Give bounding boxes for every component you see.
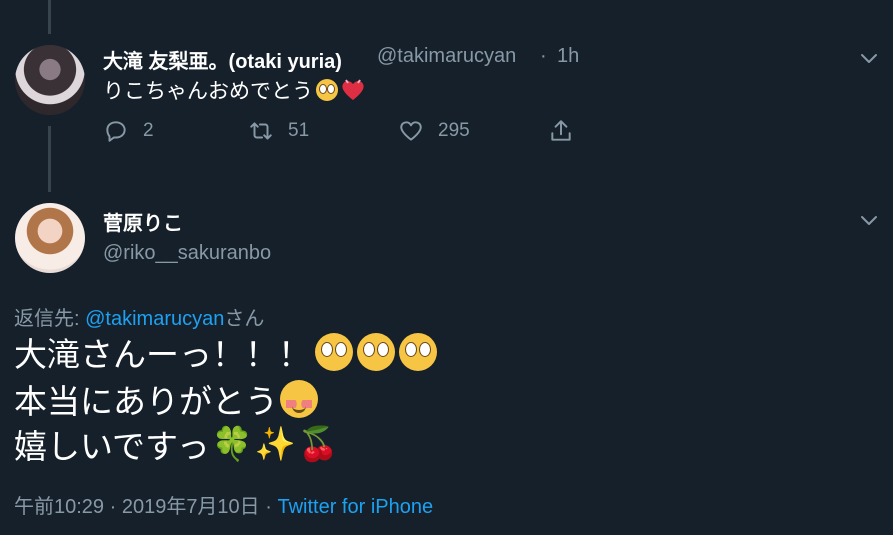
author-display-name[interactable]: 大滝 友梨亜。(otaki yuria) bbox=[103, 45, 342, 74]
like-action[interactable]: 295 bbox=[398, 118, 470, 144]
tweet-text-segment: 嬉しいですっ bbox=[14, 428, 210, 465]
reply-icon bbox=[106, 121, 126, 142]
tweet-text-body: りこちゃんおめでとう bbox=[103, 80, 313, 103]
tweet-text-line: 大滝さんーっ！！！ bbox=[14, 330, 437, 374]
author-handle[interactable]: @takimarucyan bbox=[377, 45, 516, 68]
retweet-icon bbox=[250, 122, 272, 140]
share-icon bbox=[551, 120, 571, 141]
author-handle[interactable]: @riko__sakuranbo bbox=[103, 242, 271, 265]
growing-heart-emoji bbox=[342, 79, 364, 100]
smiling-face-emoji bbox=[280, 380, 318, 418]
tweet-text: りこちゃんおめでとう bbox=[103, 75, 366, 105]
retweet-count: 51 bbox=[288, 120, 310, 141]
time-separator: · bbox=[540, 45, 547, 67]
replying-to-suffix: さん bbox=[224, 308, 265, 330]
tweet-text-line: 本当にありがとう bbox=[14, 377, 318, 421]
replying-to: 返信先: @takimarucyanさん bbox=[14, 302, 264, 331]
sparkles-emoji: ✨ bbox=[254, 424, 296, 462]
face-with-rolling-eyes-emoji bbox=[399, 333, 437, 371]
tweet-client[interactable]: Twitter for iPhone bbox=[277, 496, 433, 518]
four-leaf-clover-emoji: 🍀 bbox=[211, 424, 253, 462]
chevron-down-icon[interactable] bbox=[860, 50, 878, 68]
retweet-action[interactable]: 51 bbox=[248, 118, 309, 144]
like-count: 295 bbox=[438, 120, 470, 141]
author-display-name[interactable]: 菅原りこ bbox=[103, 207, 183, 236]
face-with-rolling-eyes-emoji bbox=[316, 79, 338, 101]
reply-count: 2 bbox=[143, 120, 154, 141]
face-with-rolling-eyes-emoji bbox=[315, 333, 353, 371]
share-action[interactable] bbox=[548, 118, 574, 144]
tweet-timestamp[interactable]: 1h bbox=[557, 45, 579, 68]
tweet-footer: 午前10:29 · 2019年7月10日 · Twitter for iPhon… bbox=[14, 490, 433, 519]
thread-line-mid bbox=[48, 126, 51, 192]
tweet-text-line: 嬉しいですっ 🍀 ✨ 🍒 bbox=[14, 422, 339, 466]
avatar-riko[interactable] bbox=[15, 203, 85, 273]
replying-to-mention[interactable]: @takimarucyan bbox=[85, 308, 224, 330]
replying-to-prefix: 返信先: bbox=[14, 308, 86, 330]
face-with-rolling-eyes-emoji bbox=[357, 333, 395, 371]
tweet-text-segment: 本当にありがとう bbox=[14, 383, 278, 420]
avatar-otaki[interactable] bbox=[15, 45, 85, 115]
chevron-down-icon[interactable] bbox=[860, 212, 878, 230]
thread-line-top bbox=[48, 0, 51, 34]
heart-icon bbox=[400, 121, 422, 141]
tweet-datetime[interactable]: 午前10:29 · 2019年7月10日 · bbox=[14, 496, 277, 518]
cherries-emoji: 🍒 bbox=[297, 424, 339, 462]
tweet-text-segment: 大滝さんーっ！！！ bbox=[14, 336, 311, 373]
reply-action[interactable]: 2 bbox=[103, 118, 154, 144]
